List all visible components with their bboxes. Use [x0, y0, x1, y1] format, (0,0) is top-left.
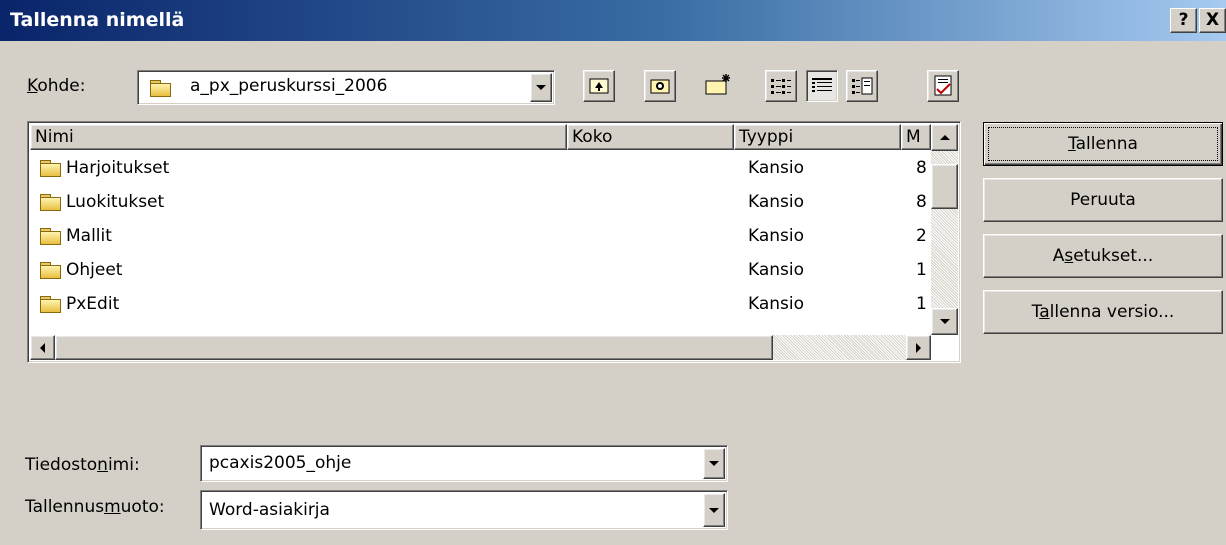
properties-view-button[interactable] [846, 70, 878, 102]
scroll-up-button[interactable] [931, 124, 958, 151]
horizontal-scroll-thumb[interactable] [55, 335, 773, 360]
item-type: Kansio [748, 294, 805, 314]
item-modified: 8 [916, 192, 927, 212]
save-button[interactable]: Tallenna [983, 122, 1223, 166]
horizontal-scrollbar[interactable] [30, 335, 931, 360]
chevron-down-icon [939, 319, 950, 324]
list-item[interactable]: PxEdit Kansio 1 [30, 290, 930, 324]
filename-label: Tiedostonimi: [25, 455, 140, 475]
chevron-up-icon [939, 135, 950, 140]
column-header-name[interactable]: Nimi [30, 124, 567, 150]
up-folder-button[interactable] [644, 70, 676, 102]
folder-icon [40, 296, 61, 313]
new-folder-icon [705, 74, 730, 95]
scroll-down-button[interactable] [931, 308, 958, 335]
up-folder-icon [650, 79, 670, 94]
chevron-down-icon [536, 85, 546, 90]
item-type: Kansio [748, 192, 805, 212]
item-modified: 8 [916, 158, 927, 178]
help-button[interactable]: ? [1170, 8, 1197, 33]
format-value: Word-asiakirja [209, 500, 330, 520]
item-name: Luokitukset [66, 192, 165, 212]
item-modified: 1 [916, 294, 927, 314]
folder-icon [40, 194, 61, 211]
format-select[interactable]: Word-asiakirja [200, 490, 728, 530]
file-list[interactable]: Nimi Koko Tyyppi M Harjoitukset Kansio 8… [27, 121, 961, 363]
folder-icon [40, 228, 61, 245]
location-value: a_px_peruskurssi_2006 [190, 76, 388, 96]
details-view-button[interactable] [806, 70, 838, 102]
column-header-modified[interactable]: M [901, 124, 931, 150]
folder-icon [40, 160, 61, 177]
format-dropdown-button[interactable] [703, 493, 725, 527]
filename-value: pcaxis2005_ohje [209, 453, 352, 473]
list-item[interactable]: Luokitukset Kansio 8 [30, 188, 930, 222]
title-bar[interactable]: Tallenna nimellä ? X [0, 0, 1226, 41]
item-type: Kansio [748, 260, 805, 280]
options-button[interactable]: Asetukset... [983, 234, 1223, 278]
list-item[interactable]: Harjoitukset Kansio 8 [30, 154, 930, 188]
vertical-scroll-thumb[interactable] [931, 164, 958, 209]
back-icon [589, 78, 609, 94]
item-name: Mallit [66, 226, 112, 246]
list-view-icon [771, 79, 791, 94]
window-title: Tallenna nimellä [10, 9, 185, 31]
location-dropdown-button[interactable] [530, 73, 552, 102]
item-name: Harjoitukset [66, 158, 170, 178]
list-item[interactable]: Mallit Kansio 2 [30, 222, 930, 256]
chevron-right-icon [916, 342, 921, 353]
item-modified: 1 [916, 260, 927, 280]
tools-icon [934, 75, 952, 96]
item-name: PxEdit [66, 294, 120, 314]
new-folder-button[interactable] [702, 68, 734, 100]
location-combo[interactable]: a_px_peruskurssi_2006 [137, 70, 555, 105]
chevron-down-icon [709, 507, 719, 513]
tools-button[interactable] [927, 70, 959, 102]
item-type: Kansio [748, 158, 805, 178]
save-version-button[interactable]: Tallenna versio... [983, 290, 1223, 334]
scroll-left-button[interactable] [30, 335, 55, 360]
details-view-icon [812, 78, 832, 92]
item-modified: 2 [916, 226, 927, 246]
folder-icon [40, 262, 61, 279]
back-button[interactable] [583, 70, 615, 102]
format-label: Tallennusmuoto: [25, 497, 165, 517]
location-label: Kohde: [27, 76, 86, 96]
focus-ring [988, 127, 1218, 161]
filename-input[interactable]: pcaxis2005_ohje [200, 445, 728, 482]
vertical-scrollbar[interactable] [931, 124, 958, 335]
chevron-left-icon [40, 342, 45, 353]
column-header-size[interactable]: Koko [567, 124, 734, 150]
column-header-type[interactable]: Tyyppi [734, 124, 901, 150]
cancel-button[interactable]: Peruuta [983, 178, 1223, 222]
close-button[interactable]: X [1199, 8, 1226, 33]
item-type: Kansio [748, 226, 805, 246]
chevron-down-icon [709, 461, 719, 466]
folder-icon [150, 80, 171, 97]
list-item[interactable]: Ohjeet Kansio 1 [30, 256, 930, 290]
properties-view-icon [852, 77, 873, 95]
scroll-right-button[interactable] [906, 335, 931, 360]
item-name: Ohjeet [66, 260, 123, 280]
filename-dropdown-button[interactable] [703, 448, 725, 479]
list-view-button[interactable] [765, 70, 797, 102]
